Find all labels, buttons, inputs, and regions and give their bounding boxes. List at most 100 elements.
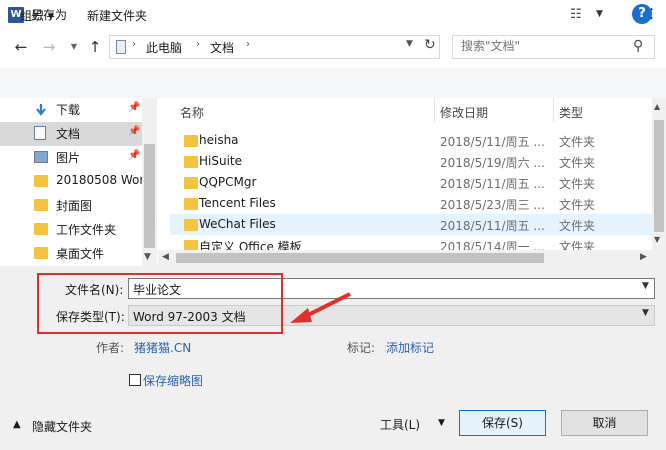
chevron-right-icon[interactable]: ▶ [640,252,647,262]
file-type: 文件夹 [559,198,596,212]
author-value[interactable]: 猪猪猫.CN [134,339,191,356]
breadcrumb-this-pc[interactable]: 此电脑 [146,39,182,56]
file-row[interactable]: heisha 2018/5/11/周五 ... 文件夹 [170,130,652,151]
chevron-up-icon[interactable]: ▲ [654,102,660,111]
refresh-icon[interactable]: ↻ [424,37,436,53]
chevron-down-icon[interactable]: ▼ [642,308,649,318]
search-input[interactable] [461,39,631,53]
nav-item-label: 桌面文件 [56,247,105,261]
organize-button[interactable]: 组织 ▾ [20,7,54,24]
nav-item-folder[interactable]: 封面图 [0,194,142,218]
file-date: 2018/5/11/周五 ... [440,135,545,149]
pin-icon[interactable]: 📌 [128,126,140,137]
file-date: 2018/5/23/周三 ... [440,198,545,212]
folder-icon [34,199,48,211]
file-type: 文件夹 [559,156,596,170]
chevron-right-icon[interactable]: › [196,39,200,50]
nav-scrollbar-thumb[interactable] [144,144,155,248]
chevron-down-icon[interactable]: ▼ [654,235,660,244]
nav-item-downloads[interactable]: 下载 📌 [0,98,142,122]
file-name: WeChat Files [199,217,276,231]
save-thumbnail-checkbox[interactable] [129,374,141,386]
tags-label: 标记: [347,341,376,355]
new-folder-button[interactable]: 新建文件夹 [87,7,147,24]
column-date[interactable]: 修改日期 [440,104,488,121]
file-date: 2018/5/11/周五 ... [440,219,545,233]
tools-button[interactable]: 工具(L) [380,416,420,433]
nav-item-folder[interactable]: 20180508 Wor [0,170,142,194]
forward-arrow-icon[interactable]: → [40,38,58,56]
file-row[interactable]: HiSuite 2018/5/19/周六 ... 文件夹 [170,151,652,172]
file-date: 2018/5/11/周五 ... [440,177,545,191]
up-arrow-icon[interactable]: ↑ [86,38,104,56]
file-type: 文件夹 [559,135,596,149]
search-box[interactable]: ⚲ [452,35,655,59]
help-button[interactable]: ? [632,4,652,24]
pin-icon[interactable]: 📌 [128,102,140,113]
address-bar[interactable]: › 此电脑 › 文档 › ▼ ↻ [109,35,440,59]
column-header: 名称 修改日期 类型 [170,98,652,124]
highlight-box [37,273,283,334]
download-arrow-icon [34,103,48,116]
nav-item-label: 20180508 Wor [56,173,142,187]
chevron-up-icon[interactable]: ▲ [13,419,21,430]
folder-icon [34,247,48,259]
command-bar [0,68,666,98]
folder-icon [184,219,198,231]
chevron-down-icon[interactable]: ▼ [406,39,413,49]
nav-item-pictures[interactable]: 图片 📌 [0,146,142,170]
file-date: 2018/5/19/周六 ... [440,156,545,170]
column-divider[interactable] [434,98,435,122]
file-name: 自定义 Office 模板 [199,240,302,250]
file-row[interactable]: Tencent Files 2018/5/23/周三 ... 文件夹 [170,193,652,214]
breadcrumb-documents[interactable]: 文档 [210,39,234,56]
folder-icon [184,240,198,250]
chevron-down-icon[interactable]: ▼ [438,418,445,428]
file-row[interactable]: WeChat Files 2018/5/11/周五 ... 文件夹 [170,214,652,235]
nav-item-folder[interactable]: 桌面文件 [0,242,142,264]
search-icon[interactable]: ⚲ [633,38,643,54]
column-name[interactable]: 名称 [180,104,204,121]
file-type: 文件夹 [559,219,596,233]
file-name: QQPCMgr [199,175,257,189]
this-pc-icon [116,40,126,54]
folder-icon [34,223,48,235]
view-options-icon[interactable]: ☷ [570,7,582,22]
folder-icon [184,135,198,147]
nav-item-label: 工作文件夹 [56,223,117,237]
file-type: 文件夹 [559,177,596,191]
cancel-button[interactable]: 取消 [561,410,648,436]
file-name: heisha [199,133,239,147]
save-thumbnail-label[interactable]: 保存缩略图 [143,372,203,389]
chevron-down-icon[interactable]: ▼ [144,252,151,262]
column-type[interactable]: 类型 [559,104,583,121]
save-button[interactable]: 保存(S) [459,410,546,436]
hide-folders-button[interactable]: 隐藏文件夹 [32,418,92,435]
folder-icon [34,175,48,187]
chevron-right-icon[interactable]: › [246,39,250,50]
nav-item-folder[interactable]: 工作文件夹 [0,218,142,242]
file-name: Tencent Files [199,196,276,210]
nav-item-documents[interactable]: 文档 📌 [0,122,142,146]
file-row[interactable]: QQPCMgr 2018/5/11/周五 ... 文件夹 [170,172,652,193]
chevron-right-icon[interactable]: › [132,39,136,50]
recent-locations-icon[interactable]: ▼ [65,38,83,56]
chevron-left-icon[interactable]: ◀ [162,252,169,262]
chevron-down-icon[interactable]: ▼ [642,281,649,291]
chevron-down-icon[interactable]: ▼ [596,9,603,19]
file-date: 2018/5/14/周一 ... [440,240,545,250]
pin-icon[interactable]: 📌 [128,150,140,161]
nav-item-label: 封面图 [56,199,93,213]
column-divider[interactable] [553,98,554,122]
folder-icon [184,177,198,189]
vertical-scrollbar-thumb[interactable] [654,120,664,232]
file-type: 文件夹 [559,240,596,250]
horizontal-scrollbar-thumb[interactable] [176,253,544,263]
add-tags-link[interactable]: 添加标记 [386,339,434,356]
file-name: HiSuite [199,154,243,168]
folder-icon [184,198,198,210]
file-row[interactable]: 自定义 Office 模板 2018/5/14/周一 ... 文件夹 [170,235,652,250]
back-arrow-icon[interactable]: ← [12,38,30,56]
folder-icon [184,156,198,168]
annotation-arrow-icon [290,292,351,323]
